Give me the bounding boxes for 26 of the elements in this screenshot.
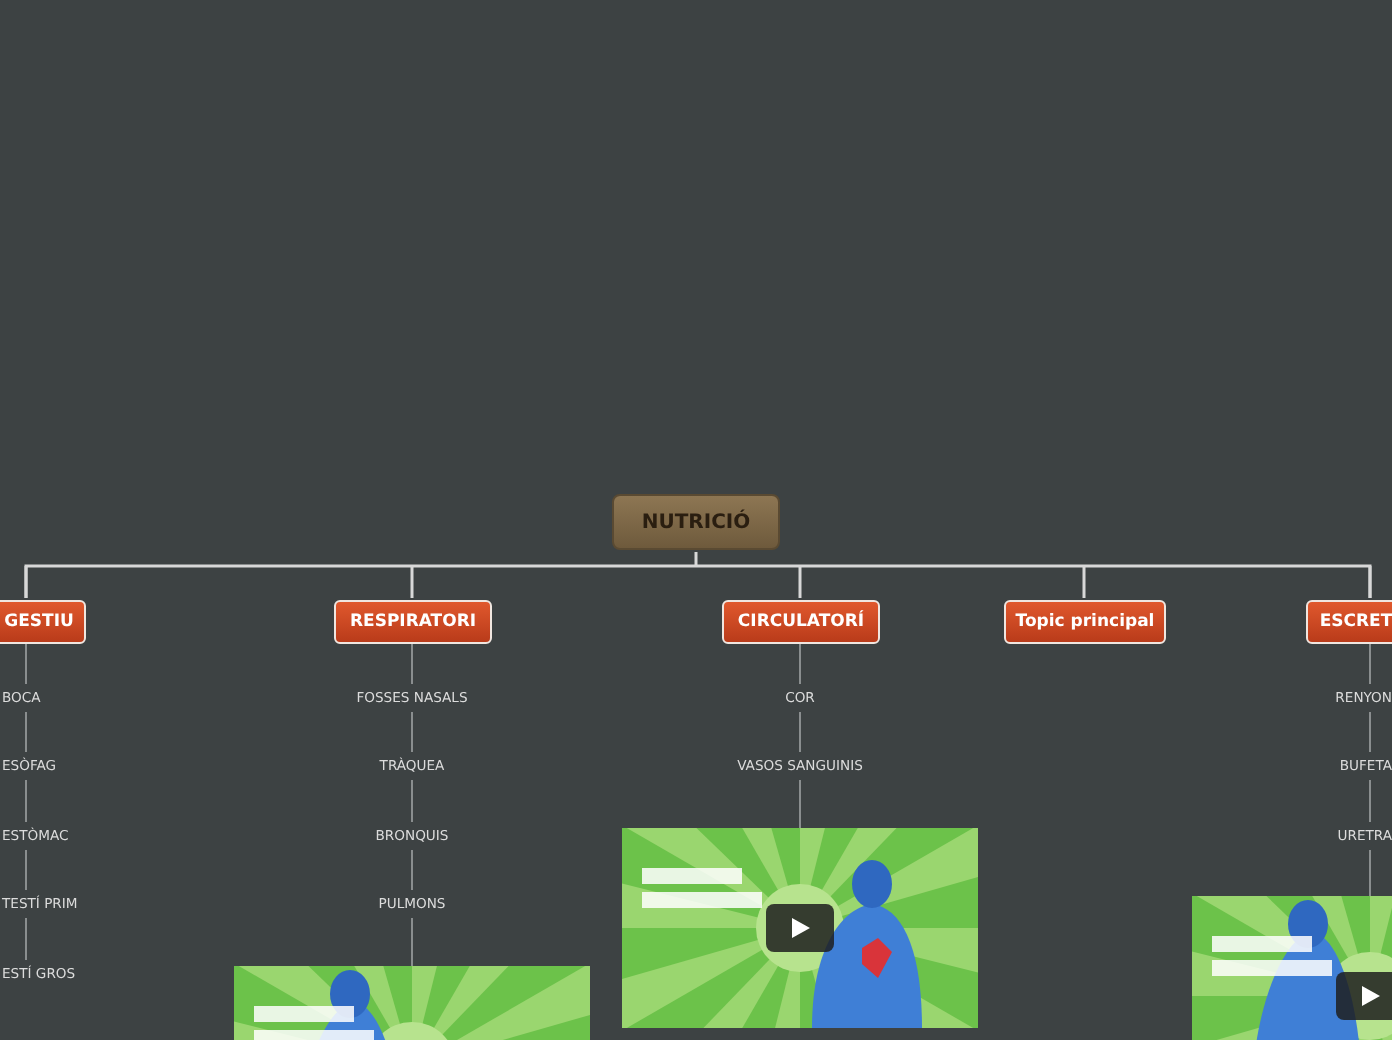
main-topic[interactable]: GESTIU — [0, 600, 86, 644]
connector-line — [1369, 643, 1371, 685]
connector-line — [411, 643, 413, 685]
main-topic[interactable]: CIRCULATORÍ — [722, 600, 880, 644]
connector-line — [25, 711, 27, 753]
connector-line — [25, 917, 27, 961]
connector-line — [799, 643, 801, 685]
play-button[interactable] — [1336, 972, 1392, 1020]
connector-line — [799, 779, 801, 829]
main-topic[interactable]: Topic principal — [1004, 600, 1166, 644]
connector-line — [411, 711, 413, 753]
connector-line — [25, 849, 27, 891]
connector-line — [25, 779, 27, 823]
connector-line — [411, 849, 413, 891]
main-topic[interactable]: ESCRET — [1306, 600, 1392, 644]
play-icon — [788, 916, 812, 940]
connector-line — [1369, 711, 1371, 753]
connector-line — [25, 643, 27, 685]
connector-line — [1369, 849, 1371, 897]
connector-line — [411, 917, 413, 967]
connector-line — [411, 779, 413, 823]
connector-line — [799, 711, 801, 753]
play-button[interactable] — [766, 904, 834, 952]
connector-line — [1369, 779, 1371, 823]
play-icon — [1358, 984, 1382, 1008]
main-topic[interactable]: RESPIRATORI — [334, 600, 492, 644]
